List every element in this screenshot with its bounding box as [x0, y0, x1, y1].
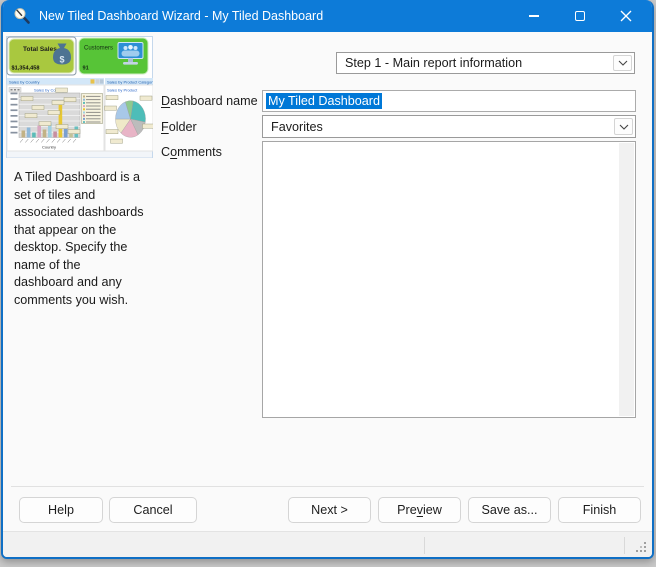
- svg-text:Total Sales: Total Sales: [23, 46, 57, 53]
- svg-text:$1,354,458: $1,354,458: [12, 66, 40, 72]
- panel-sales-by-product: Sales by Product Category Sales by Produ…: [105, 78, 154, 151]
- close-button[interactable]: [603, 0, 649, 32]
- folder-label: Folder: [161, 120, 197, 134]
- status-separator: [424, 537, 425, 554]
- status-bar: [3, 531, 652, 557]
- comments-scrollbar[interactable]: [619, 143, 634, 416]
- desktop-backdrop: New Tiled Dashboard Wizard - My Tiled Da…: [0, 0, 656, 567]
- chevron-down-icon: [618, 60, 628, 66]
- resize-grip-icon[interactable]: [636, 542, 647, 553]
- comments-label: Comments: [161, 145, 222, 159]
- chart-legend: [82, 94, 103, 124]
- step-selector[interactable]: Step 1 - Main report information: [336, 52, 635, 74]
- svg-text:91: 91: [83, 66, 89, 72]
- comments-textarea[interactable]: [262, 141, 636, 418]
- step-selector-dropdown-button[interactable]: [613, 55, 632, 71]
- folder-select-value: Favorites: [263, 120, 612, 134]
- svg-text:Sales by Country: Sales by Country: [9, 79, 39, 84]
- wizard-dialog: New Tiled Dashboard Wizard - My Tiled Da…: [1, 0, 654, 559]
- maximize-button[interactable]: [557, 0, 603, 32]
- wizard-description: A Tiled Dashboard is a set of tiles and …: [14, 169, 158, 309]
- svg-text:Country: Country: [42, 145, 56, 150]
- window-title: New Tiled Dashboard Wizard - My Tiled Da…: [39, 9, 323, 23]
- help-button[interactable]: Help: [19, 497, 103, 523]
- window-controls: [511, 0, 649, 32]
- maximize-icon: [575, 11, 585, 21]
- panel-sales-by-country: Sales by Country Sales by Country: [7, 78, 104, 151]
- step-selector-value: Step 1 - Main report information: [337, 56, 611, 70]
- tile-total-sales: Total Sales $ $1,354,458: [7, 37, 76, 75]
- folder-dropdown-button[interactable]: [614, 118, 633, 135]
- svg-text:Sales by Product Category: Sales by Product Category: [107, 79, 153, 84]
- pie-chart: [116, 101, 146, 138]
- preview-button[interactable]: Preview: [378, 497, 461, 523]
- close-icon: [620, 10, 632, 22]
- dashboard-name-input[interactable]: My Tiled Dashboard: [262, 90, 636, 112]
- svg-text:Sales by Product: Sales by Product: [107, 88, 138, 93]
- svg-text:Customers: Customers: [84, 46, 113, 52]
- chevron-down-icon: [619, 124, 629, 130]
- status-separator: [624, 537, 625, 554]
- finish-button[interactable]: Finish: [558, 497, 641, 523]
- dashboard-preview-thumbnail: Total Sales $ $1,354,458 Customers: [6, 36, 153, 158]
- svg-text:$: $: [59, 55, 64, 65]
- minimize-button[interactable]: [511, 0, 557, 32]
- cancel-button[interactable]: Cancel: [109, 497, 197, 523]
- dashboard-name-label: Dashboard name: [161, 94, 258, 108]
- next-button[interactable]: Next >: [288, 497, 371, 523]
- preview-footer-strip: [7, 152, 152, 158]
- tile-customers: Customers 91: [79, 38, 148, 74]
- folder-select[interactable]: Favorites: [262, 115, 636, 138]
- footer-divider: [11, 486, 644, 487]
- title-bar[interactable]: New Tiled Dashboard Wizard - My Tiled Da…: [3, 0, 652, 32]
- selected-text: My Tiled Dashboard: [266, 93, 382, 109]
- magnifier-icon: [13, 7, 31, 25]
- minimize-icon: [529, 15, 539, 16]
- save-as-button[interactable]: Save as...: [468, 497, 551, 523]
